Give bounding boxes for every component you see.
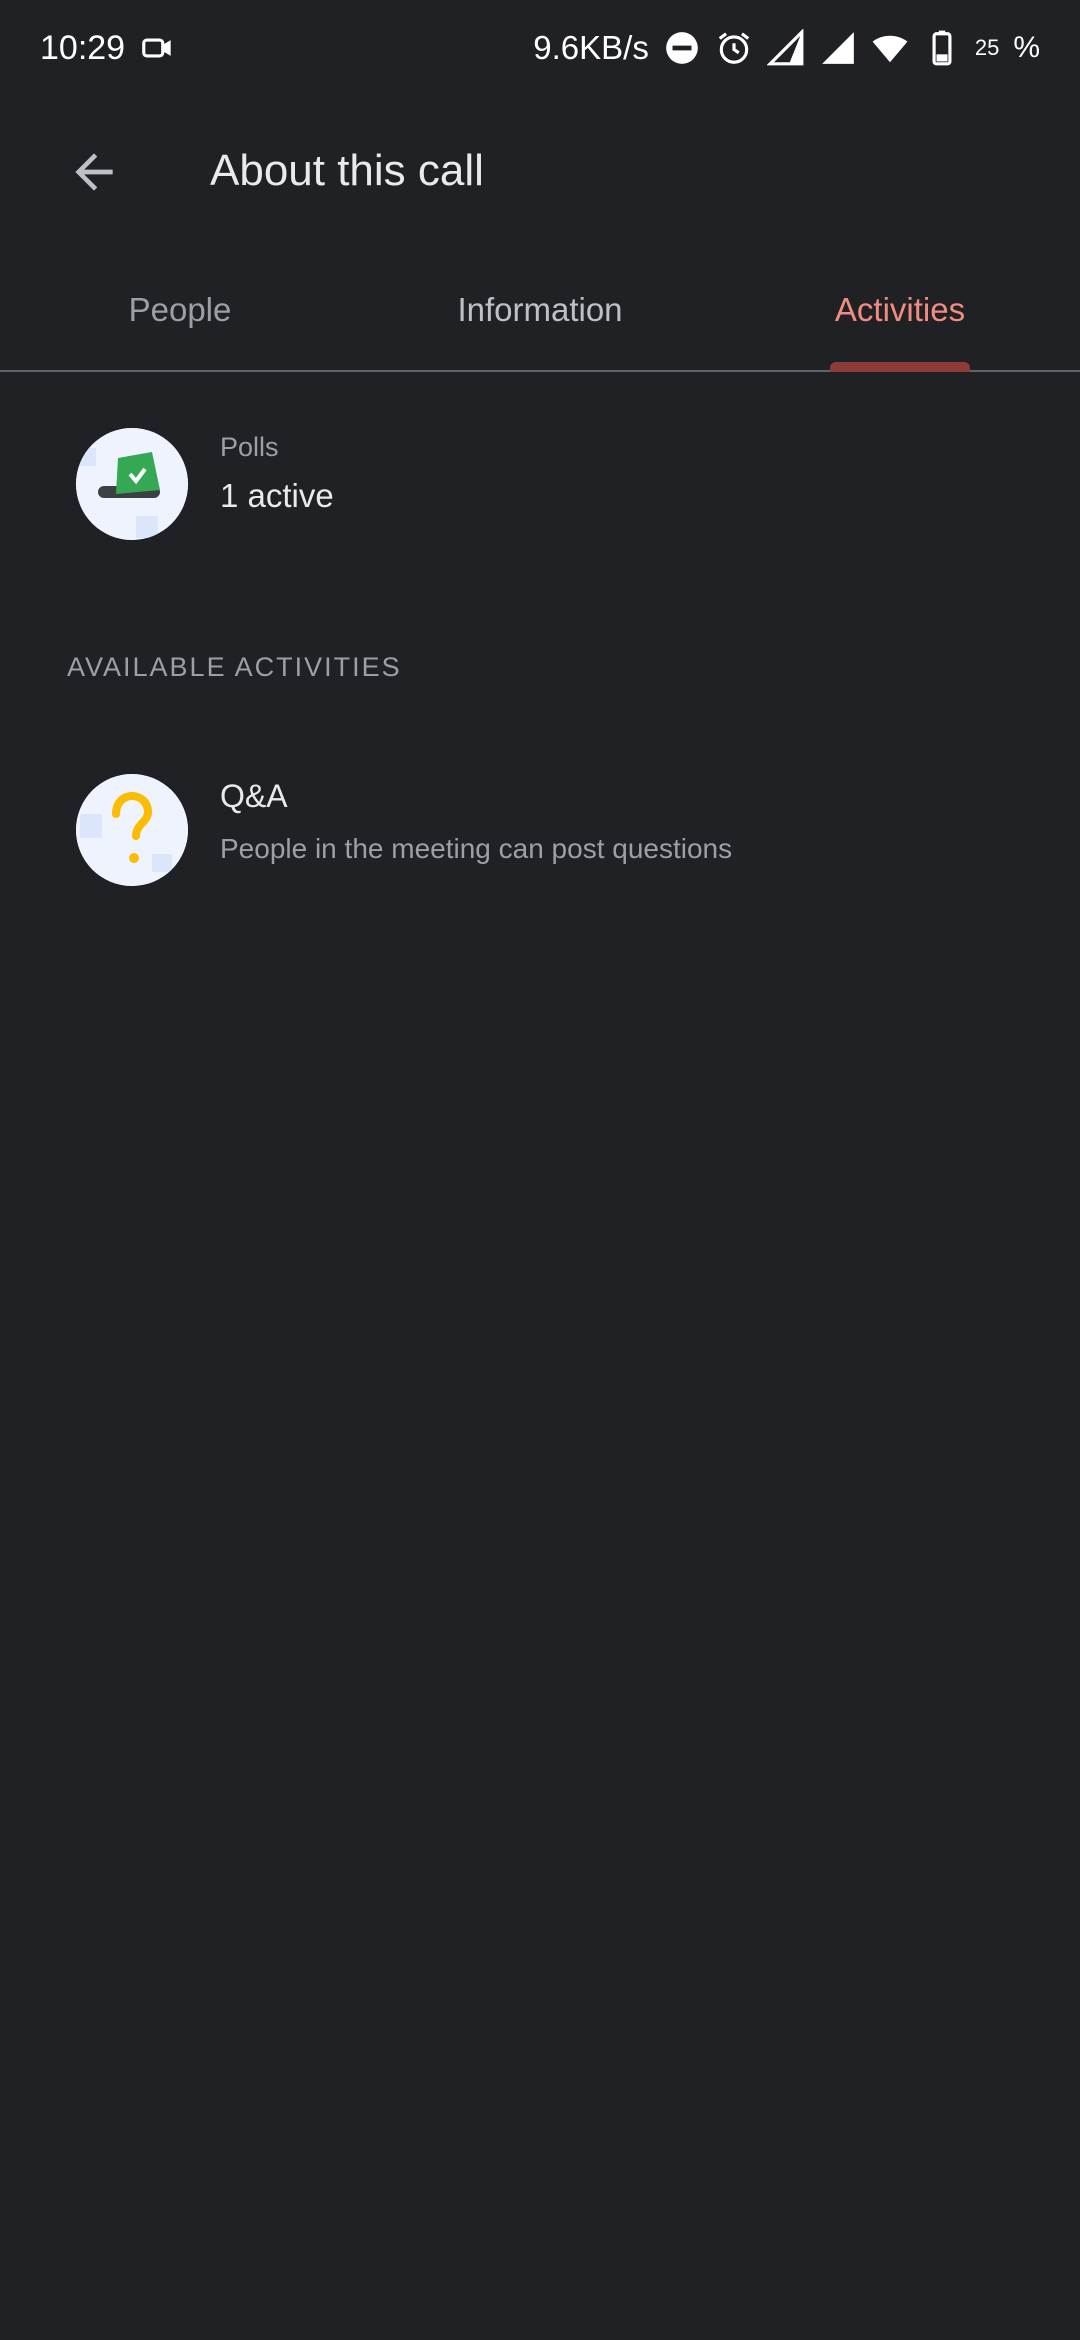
alarm-icon (715, 29, 753, 67)
poll-ballot-icon (76, 428, 188, 540)
status-bar-left: 10:29 (40, 29, 177, 68)
section-header-available-activities: AVAILABLE ACTIVITIES (67, 652, 402, 682)
status-bar-right: 9.6KB/s 25 % (533, 28, 1040, 67)
active-tab-indicator (830, 362, 970, 372)
signal-icon (819, 29, 857, 67)
polls-status: 1 active (220, 477, 334, 514)
top-app-bar: About this call (0, 118, 1080, 230)
polls-list-item[interactable]: Polls 1 active (0, 428, 1080, 540)
back-button[interactable] (60, 140, 128, 208)
arrow-back-icon (66, 144, 122, 205)
qa-text: Q&A People in the meeting can post quest… (220, 778, 732, 865)
signal-icon (766, 28, 805, 67)
question-mark-icon (76, 774, 188, 886)
tab-information[interactable]: Information (420, 250, 660, 370)
tab-people[interactable]: People (60, 250, 300, 370)
status-time: 10:29 (40, 28, 126, 67)
tab-bar: People Information Activities (0, 250, 1080, 372)
polls-text: Polls 1 active (220, 432, 334, 515)
battery-level: 25 (974, 35, 1000, 60)
qa-list-item[interactable]: Q&A People in the meeting can post quest… (0, 774, 1080, 886)
video-camera-icon (139, 29, 177, 67)
polls-label: Polls (220, 432, 279, 462)
battery-percent-sign: % (1013, 31, 1040, 64)
page-title: About this call (210, 146, 484, 195)
battery-icon (923, 29, 961, 67)
do-not-disturb-icon (663, 29, 701, 67)
qa-title: Q&A (220, 778, 288, 814)
network-speed: 9.6KB/s (533, 29, 649, 66)
wifi-icon (871, 29, 909, 67)
qa-subtitle: People in the meeting can post questions (220, 833, 733, 864)
tab-activities[interactable]: Activities (780, 250, 1020, 370)
status-bar: 10:29 9.6KB/s 25 % (0, 0, 1080, 96)
